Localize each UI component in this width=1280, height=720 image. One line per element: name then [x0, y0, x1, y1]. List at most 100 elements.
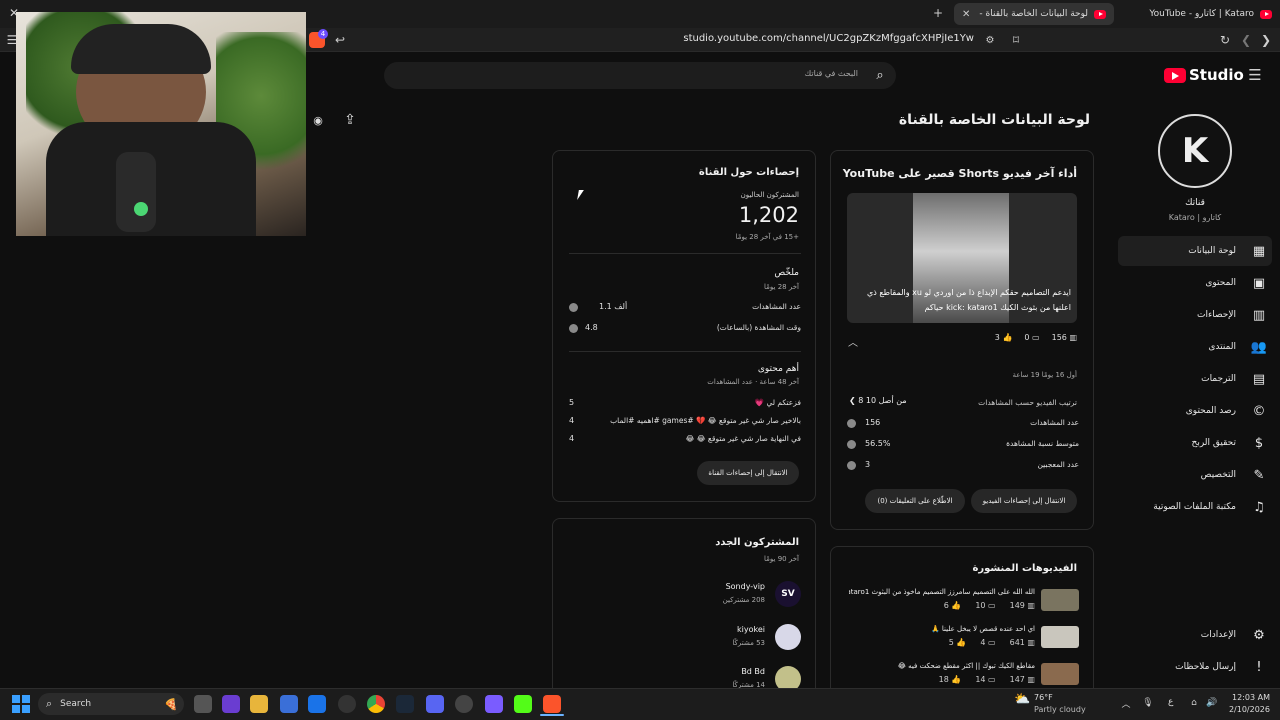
search-icon[interactable]: ⌕: [872, 67, 888, 83]
file-explorer-icon[interactable]: [250, 695, 268, 713]
video-thumbnail: [1041, 663, 1079, 685]
top-content-row[interactable]: 4 في النهاية صار شي غير متوقع 😂 😂: [569, 433, 801, 447]
taskbar-search[interactable]: ⌕ Search 🍕: [38, 693, 184, 715]
video-thumbnail: [1041, 626, 1079, 648]
earn-icon: $: [1254, 435, 1264, 451]
sidebar-item-analytics[interactable]: الإحصاءات ▥: [1118, 300, 1272, 330]
summary-row: 1.1 ألف عدد المشاهدات: [569, 301, 801, 315]
feedback-icon: !: [1256, 659, 1262, 675]
clock-time[interactable]: 12:03 AM: [1228, 693, 1270, 702]
reload-icon[interactable]: ↻: [1217, 32, 1233, 48]
go-live-icon[interactable]: ◉: [308, 110, 328, 130]
network-icon[interactable]: ⌂: [1188, 697, 1200, 709]
steam-icon[interactable]: [396, 695, 414, 713]
published-item[interactable]: اي احد عنده قصص لا يبخل علينا 🙏 5 👍 4 ▭ …: [847, 624, 1079, 652]
microphone: [116, 152, 156, 232]
cap: [71, 24, 211, 74]
video-thumbnail: [1041, 589, 1079, 611]
kick-app-icon[interactable]: [514, 695, 532, 713]
view-comments-button[interactable]: الاطّلاع على التعليقات (0): [865, 489, 965, 513]
info-icon: [569, 324, 578, 333]
short-thumbnail[interactable]: ايدعم التصاميم حقكم الإبداع ذا من اوردي …: [847, 193, 1077, 323]
latest-short-title: أداء آخر فيديو Shorts قصير على YouTube: [842, 167, 1077, 180]
sidebar-item-copyright[interactable]: رصد المحتوى ©: [1118, 396, 1272, 426]
rank-value[interactable]: ❮ 8 من أصل 10: [849, 396, 907, 405]
go-to-channel-analytics-button[interactable]: الانتقال إلى إحصاءات القناة: [697, 461, 799, 485]
sidebar-item-feedback[interactable]: إرسال ملاحظات !: [1118, 652, 1272, 682]
microphone-icon[interactable]: 🎙: [1142, 697, 1154, 709]
sidebar-item-customization[interactable]: التخصيص ✎: [1118, 460, 1272, 490]
sidebar-item-audio-library[interactable]: مكتبة الملفات الصوتية ♫: [1118, 492, 1272, 522]
channel-analytics-card: إحصاءات حول القناة المشتركون الحاليون 1,…: [552, 150, 816, 502]
windows-start-icon[interactable]: [12, 695, 30, 713]
outlook-icon[interactable]: [308, 695, 326, 713]
volume-icon[interactable]: 🔊: [1206, 697, 1218, 709]
tab-kataro-youtube[interactable]: Kataro | كاتارو - YouTube: [1108, 3, 1280, 25]
short-likes: 3 👍: [994, 333, 1013, 342]
forward-icon[interactable]: ❮: [1238, 32, 1254, 48]
sidebar-item-subtitles[interactable]: الترجمات ▤: [1118, 364, 1272, 394]
youtube-favicon-icon: [1260, 9, 1272, 19]
new-tab-icon[interactable]: +: [930, 5, 946, 21]
latest-short-card: أداء آخر فيديو Shorts قصير على YouTube ا…: [830, 150, 1094, 530]
channel-avatar[interactable]: K: [1158, 114, 1232, 188]
published-item[interactable]: الله الله على التصميم سامرزز التصميم ماخ…: [847, 587, 1079, 615]
subscriber-item[interactable]: SV Sondy-vip 208 مشتركين: [569, 579, 801, 609]
bookmark-icon[interactable]: ⌑: [1008, 32, 1024, 48]
settings-app-icon[interactable]: [338, 695, 356, 713]
sidebar-item-earn[interactable]: تحقيق الربح $: [1118, 428, 1272, 458]
recent-subs-period: آخر 90 يومًا: [764, 555, 799, 563]
search-input[interactable]: البحث في قناتك: [805, 69, 858, 78]
youtube-logo-icon: [1164, 67, 1186, 83]
ms365-icon[interactable]: [222, 695, 240, 713]
sidebar-item-dashboard[interactable]: لوحة البيانات ▦: [1118, 236, 1272, 266]
tab-studio-dashboard[interactable]: لوحة البيانات الخاصة بالقناة - YouTube S…: [954, 3, 1114, 25]
summary-row: 4.8 وقت المشاهدة (بالساعات): [569, 322, 801, 336]
customization-icon: ✎: [1253, 467, 1265, 483]
weather-icon[interactable]: ⛅: [1014, 692, 1034, 710]
brave-icon[interactable]: [543, 695, 561, 713]
sidebar-item-settings[interactable]: الإعدادات ⚙: [1118, 620, 1272, 650]
studio-sidebar: [1112, 100, 1280, 688]
collapse-chevron-icon[interactable]: ︿: [847, 335, 859, 349]
info-icon: [847, 419, 856, 428]
search-box[interactable]: ⌕ البحث في قناتك: [384, 62, 896, 89]
info-icon: [847, 440, 856, 449]
back-icon[interactable]: ❯: [1258, 32, 1274, 48]
short-period: أول 16 يومًا 19 ساعة: [1012, 371, 1077, 379]
community-icon: 👥: [1250, 339, 1268, 355]
language-indicator[interactable]: ع: [1168, 697, 1173, 707]
go-to-video-analytics-button[interactable]: الانتقال إلى إحصاءات الفيديو: [971, 489, 1077, 513]
active-app-indicator: [540, 714, 564, 716]
clock-date[interactable]: 2/10/2026: [1228, 705, 1270, 714]
info-icon: [847, 461, 856, 470]
top-content-row[interactable]: 4 بالاخير صار شي غير متوقع 😂 💔 #games #ا…: [569, 415, 801, 429]
game-controller-icon[interactable]: [485, 695, 503, 713]
close-tab-icon[interactable]: ✕: [962, 9, 970, 20]
search-highlight-icon: 🍕: [164, 697, 178, 711]
studio-logo[interactable]: Studio: [1164, 64, 1264, 86]
sidebar-item-community[interactable]: المنتدى 👥: [1118, 332, 1272, 362]
sidebar-item-content[interactable]: المحتوى ▣: [1118, 268, 1272, 298]
tray-chevron-icon[interactable]: ︿: [1120, 697, 1132, 710]
subscriber-item[interactable]: kiyokei 53 مشتركًا: [569, 622, 801, 652]
bar-chart-icon: ▥: [1069, 333, 1077, 342]
avatar: [775, 624, 801, 650]
top-content-row[interactable]: 5 فزعتكم لي 💗: [569, 397, 801, 411]
comment-icon: ▭: [1032, 333, 1040, 342]
share-icon[interactable]: ↩: [332, 32, 348, 48]
published-item[interactable]: مقاطع الكيك تبوك || اكثر مقطع ضحكت فيه 😂…: [847, 661, 1079, 689]
task-view-icon[interactable]: [194, 695, 212, 713]
upload-icon[interactable]: ⇪: [340, 110, 360, 130]
webcam-overlay: [16, 12, 306, 236]
weather-temp: 76°F: [1034, 693, 1053, 702]
obs-icon[interactable]: [455, 695, 473, 713]
content-icon: ▣: [1252, 275, 1266, 291]
chrome-icon[interactable]: [367, 695, 385, 713]
shields-badge: 4: [318, 29, 328, 39]
site-settings-icon[interactable]: ⚙: [982, 32, 998, 48]
discord-icon[interactable]: [426, 695, 444, 713]
info-icon: [569, 303, 578, 312]
url-text[interactable]: studio.youtube.com/channel/UC2gpZKzMfgga…: [600, 33, 974, 47]
store-icon[interactable]: [280, 695, 298, 713]
